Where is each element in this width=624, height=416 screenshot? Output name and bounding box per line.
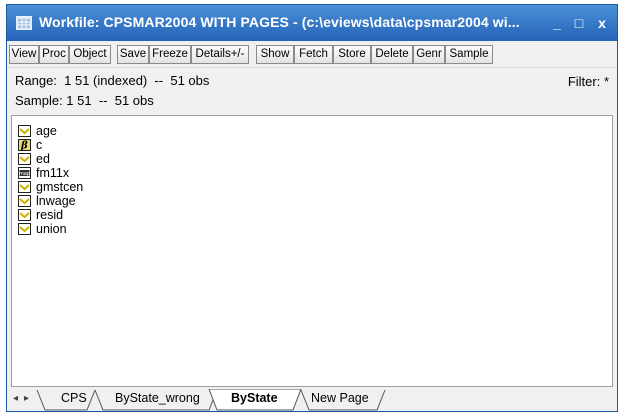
workfile-icon [16,16,32,30]
map-glyph: map [19,171,30,177]
filter-text: Filter: * [567,74,609,89]
object-button[interactable]: Object [69,45,111,64]
tab-bystate[interactable]: ByState [231,389,278,409]
object-label: resid [36,208,64,222]
series-icon [18,209,31,221]
workfile-window: Workfile: CPSMAR2004 WITH PAGES - (c:\ev… [6,4,618,412]
maximize-button[interactable]: □ [570,13,588,33]
delete-button[interactable]: Delete [371,45,413,64]
tab-new-page[interactable]: New Page [311,389,369,409]
store-button[interactable]: Store [333,45,371,64]
object-label: c [36,138,43,152]
coefficient-glyph: β [20,141,28,152]
tab-cps[interactable]: CPS [61,389,87,409]
save-button[interactable]: Save [117,45,149,64]
series-icon [18,195,31,207]
object-list[interactable]: age β c ed map fm11x gmstcen lnwage resi… [11,115,613,387]
genr-button[interactable]: Genr [413,45,445,64]
show-button[interactable]: Show [256,45,294,64]
close-button[interactable]: x [593,13,611,33]
toolbar: View Proc Object Save Freeze Details+/- … [7,41,617,67]
series-icon [18,223,31,235]
sample-button[interactable]: Sample [445,45,493,64]
proc-button[interactable]: Proc [39,45,69,64]
sample-info-panel: Range: 1 51 (indexed) -- 51 obs Sample: … [7,67,617,114]
object-label: fm11x [36,166,70,180]
sample-text: Sample: 1 51 -- 51 obs [15,93,154,108]
details-button[interactable]: Details+/- [191,45,249,64]
page-tab-bar: ◂ ▸ CPS ByState_wrong ByState New Page [7,389,617,411]
title-bar[interactable]: Workfile: CPSMAR2004 WITH PAGES - (c:\ev… [7,5,617,41]
freeze-button[interactable]: Freeze [149,45,191,64]
object-label: union [36,222,67,236]
object-label: age [36,124,57,138]
series-icon [18,125,31,137]
window-title: Workfile: CPSMAR2004 WITH PAGES - (c:\ev… [39,14,520,30]
object-label: ed [36,152,50,166]
view-button[interactable]: View [9,45,39,64]
series-icon [18,181,31,193]
fetch-button[interactable]: Fetch [294,45,333,64]
map-icon: map [18,167,31,179]
coefficient-icon: β [18,139,31,151]
range-text: Range: 1 51 (indexed) -- 51 obs [15,73,210,88]
object-label: gmstcen [36,180,84,194]
object-label: lnwage [36,194,76,208]
tab-bystate-wrong[interactable]: ByState_wrong [115,389,200,409]
series-icon [18,153,31,165]
minimize-button[interactable]: _ [548,13,566,33]
